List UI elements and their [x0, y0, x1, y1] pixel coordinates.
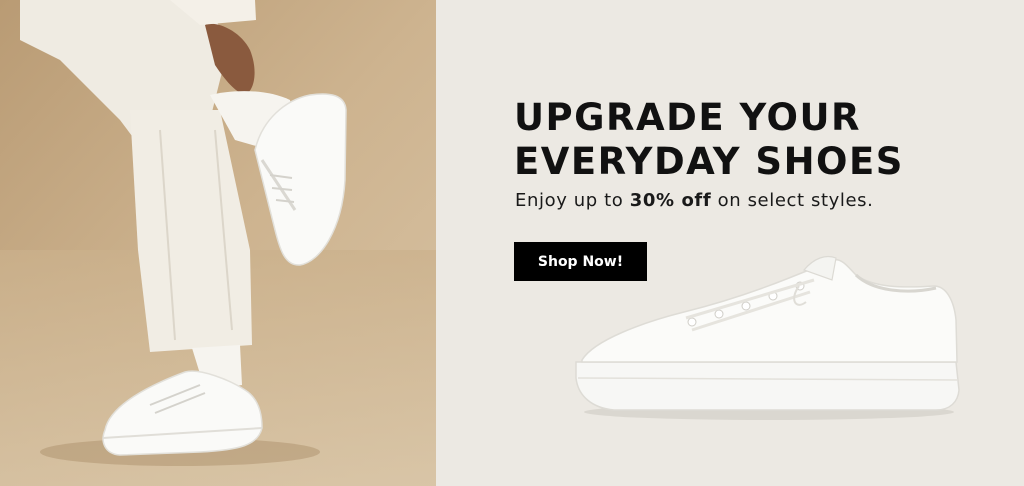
promo-subline: Enjoy up to 30% off on select styles.: [515, 190, 873, 211]
promo-panel: UPGRADE YOUR EVERYDAY SHOES Enjoy up to …: [436, 0, 1024, 486]
subline-suffix: on select styles.: [711, 190, 874, 211]
discount-highlight: 30% off: [629, 190, 712, 211]
lifestyle-photo: [0, 0, 436, 486]
promo-headline: UPGRADE YOUR EVERYDAY SHOES: [514, 96, 904, 184]
lifestyle-photo-illustration: [0, 0, 436, 486]
headline-line-1: UPGRADE YOUR: [514, 96, 861, 139]
product-shoe-image: [574, 250, 964, 425]
product-shoe-illustration: [575, 255, 960, 420]
headline-line-2: EVERYDAY SHOES: [514, 140, 904, 183]
subline-prefix: Enjoy up to: [515, 190, 630, 211]
promo-banner: UPGRADE YOUR EVERYDAY SHOES Enjoy up to …: [0, 0, 1024, 486]
